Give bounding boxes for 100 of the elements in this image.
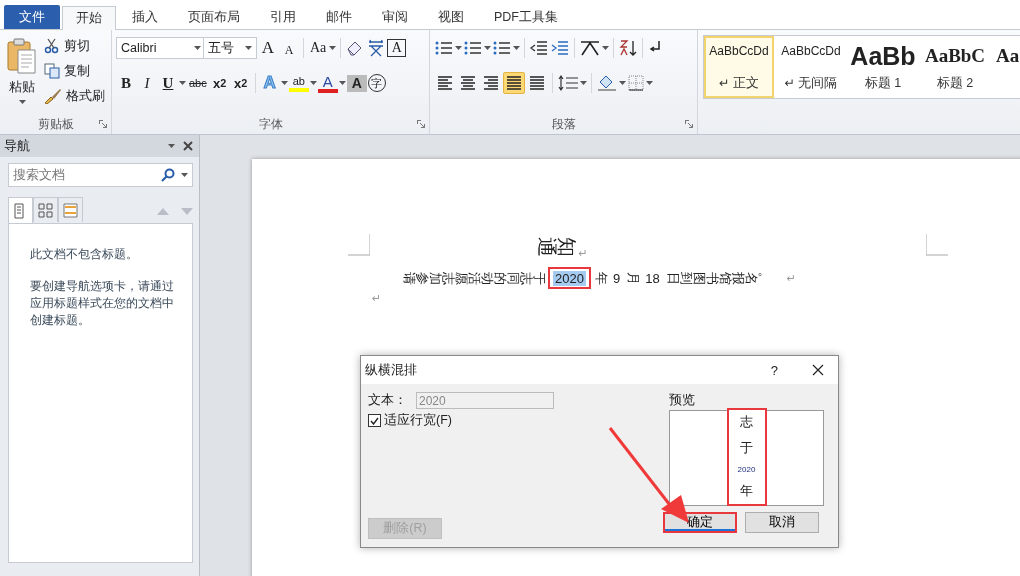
ribbon-tab[interactable]: 页面布局 bbox=[174, 5, 254, 29]
shading-icon[interactable] bbox=[596, 74, 618, 92]
style-name: ↵ 正文 bbox=[719, 75, 759, 92]
caret-icon bbox=[245, 46, 252, 50]
caret-icon bbox=[18, 100, 26, 104]
preview-text: 年 bbox=[740, 482, 753, 500]
ok-button[interactable]: 确定 bbox=[663, 512, 737, 533]
bullets-icon[interactable] bbox=[434, 39, 454, 57]
preview-text: 于 bbox=[740, 439, 753, 457]
group-label: 段落 bbox=[430, 114, 697, 134]
ribbon-tab[interactable]: 引用 bbox=[256, 5, 310, 29]
borders-icon[interactable] bbox=[627, 74, 645, 92]
preview-text: 志 bbox=[740, 414, 753, 432]
align-center-icon bbox=[458, 73, 478, 93]
close-icon[interactable] bbox=[812, 364, 824, 376]
font-name-dropdown[interactable]: Calibri bbox=[116, 37, 206, 59]
highlight-button[interactable]: ab bbox=[288, 74, 309, 92]
caret-icon bbox=[580, 81, 587, 85]
style-preview: AaBbCcDd bbox=[781, 44, 841, 58]
style-item[interactable]: AaBbC 标题 2 bbox=[920, 36, 990, 98]
caret-icon bbox=[455, 46, 462, 50]
cut-button[interactable]: 剪切 bbox=[44, 36, 105, 56]
caret-icon bbox=[181, 173, 188, 177]
help-button[interactable]: ? bbox=[770, 362, 778, 378]
style-item[interactable]: AaBb 标题 1 bbox=[848, 36, 918, 98]
align-left-icon bbox=[435, 73, 455, 93]
decrease-indent-icon[interactable] bbox=[529, 39, 549, 57]
document-title: 通知 bbox=[536, 235, 577, 259]
dialog-launcher-icon[interactable] bbox=[685, 120, 693, 128]
ribbon-tab[interactable]: 开始 bbox=[62, 6, 116, 30]
dialog-launcher-icon[interactable] bbox=[417, 120, 425, 128]
scissors-icon bbox=[44, 38, 60, 54]
text-direction-icon[interactable] bbox=[579, 39, 601, 57]
pane-message: 要创建导航选项卡，请通过应用标题样式在您的文档中创建标题。 bbox=[30, 278, 175, 329]
pane-message: 此文档不包含标题。 bbox=[30, 246, 139, 263]
group-label: 剪贴板 bbox=[0, 114, 111, 134]
style-name: 标题 2 bbox=[936, 75, 974, 92]
case-button[interactable]: Aa bbox=[308, 38, 329, 58]
caret-icon bbox=[179, 81, 186, 85]
fit-line-width-checkbox[interactable]: 适应行宽(F) bbox=[368, 412, 668, 429]
field-label: 文本： bbox=[368, 392, 407, 409]
close-icon[interactable] bbox=[183, 141, 193, 151]
cancel-button[interactable]: 取消 bbox=[745, 512, 819, 533]
format-painter-button[interactable]: 格式刷 bbox=[44, 86, 105, 106]
grow-button[interactable]: A bbox=[258, 38, 278, 58]
list-icon bbox=[62, 201, 79, 219]
ribbon-tab[interactable]: 邮件 bbox=[312, 5, 366, 29]
sort-icon[interactable] bbox=[618, 39, 638, 57]
ribbon-tab[interactable]: 视图 bbox=[424, 5, 478, 29]
ribbon-tab[interactable]: PDF工具集 bbox=[480, 5, 572, 29]
document-text: 2020 bbox=[548, 267, 591, 289]
style-item[interactable]: AaBbCcDd ↵ 正文 bbox=[704, 36, 774, 98]
preview-label: 预览 bbox=[669, 392, 696, 409]
search-input[interactable]: 搜索文档 bbox=[13, 168, 143, 182]
copy-button[interactable]: 复制 bbox=[44, 61, 105, 81]
align-distributed-icon bbox=[527, 73, 547, 93]
shading-button[interactable]: A bbox=[346, 74, 367, 92]
caret-icon bbox=[309, 81, 317, 85]
multilevel-list-icon[interactable] bbox=[492, 39, 512, 57]
ribbon-tab[interactable]: 审阅 bbox=[368, 5, 422, 29]
search-field[interactable]: 搜索文档 bbox=[8, 163, 193, 187]
file-tab[interactable]: 文件 bbox=[4, 5, 60, 29]
caret-icon bbox=[513, 46, 520, 50]
paragraph-mark: ↵ bbox=[786, 271, 796, 285]
paragraph-mark: ↵ bbox=[578, 247, 588, 260]
caret-icon bbox=[338, 81, 346, 85]
crop-mark-icon bbox=[348, 234, 370, 256]
underline-button[interactable]: U bbox=[158, 73, 178, 93]
border-button[interactable]: A bbox=[387, 39, 407, 57]
nav-tab[interactable] bbox=[33, 197, 58, 222]
style-preview: AaBbCcDd bbox=[709, 44, 769, 58]
paste-button[interactable]: 粘贴 bbox=[2, 36, 42, 114]
color-button[interactable]: A bbox=[317, 73, 338, 93]
style-item[interactable]: Aa bbox=[992, 36, 1020, 98]
increase-indent-icon[interactable] bbox=[550, 39, 570, 57]
align-justify-button[interactable] bbox=[503, 72, 525, 94]
caret-icon bbox=[168, 144, 175, 148]
line-spacing-icon[interactable] bbox=[557, 74, 579, 92]
document-text: 请参加志愿活动的同志于 bbox=[400, 270, 548, 287]
style-item[interactable]: AaBbCcDd ↵ 无间隔 bbox=[776, 36, 846, 98]
caret-icon bbox=[602, 46, 609, 50]
checkmark-icon bbox=[370, 416, 379, 425]
ribbon-tab[interactable]: 插入 bbox=[118, 5, 172, 29]
bold-button[interactable]: B bbox=[116, 73, 136, 93]
shrink-button[interactable]: A bbox=[279, 36, 299, 60]
pane-title: 导航 bbox=[4, 137, 30, 155]
caret-icon bbox=[329, 46, 337, 50]
font-size-dropdown[interactable]: 五号 bbox=[203, 37, 257, 59]
strike-button[interactable]: abc bbox=[187, 73, 209, 93]
copy-icon bbox=[44, 63, 60, 79]
align-right-icon bbox=[481, 73, 501, 93]
search-icon[interactable] bbox=[161, 168, 175, 182]
dialog-launcher-icon[interactable] bbox=[99, 120, 107, 128]
align-justify-icon bbox=[504, 73, 524, 93]
numbering-icon[interactable] bbox=[463, 39, 483, 57]
style-preview: AaBb bbox=[850, 44, 916, 68]
caret-icon bbox=[619, 81, 626, 85]
style-preview: AaBbC bbox=[924, 44, 986, 68]
group-label: 字体 bbox=[112, 114, 429, 134]
italic-button[interactable]: I bbox=[137, 73, 157, 93]
